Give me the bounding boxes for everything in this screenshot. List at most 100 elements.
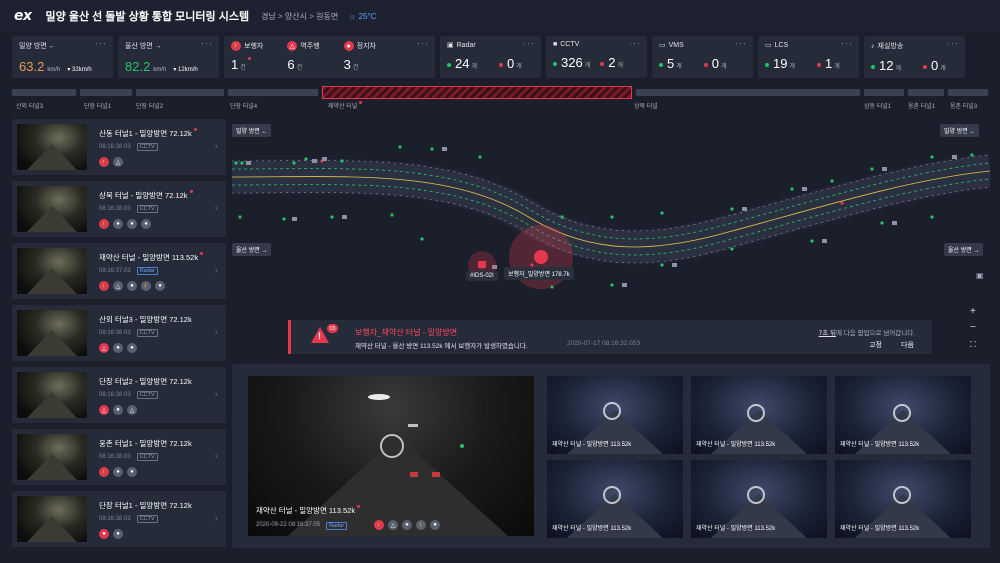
pedestrian-icon: 🚶 (231, 41, 241, 51)
card-events[interactable]: ··· 🚶 보행자 1 건 △ 역주행 6 건 ● 정지차 3 건 (224, 36, 435, 78)
next-button[interactable]: 다음 (901, 340, 914, 350)
car-icon: ● (113, 467, 123, 477)
zoom-in-button[interactable]: + (970, 306, 976, 317)
car-icon: ● (127, 281, 137, 291)
card-lcs[interactable]: ▭ LCS ··· 19 개 1 개 (758, 36, 859, 78)
radar-icon: ▣ (447, 42, 454, 49)
signal-icon: ▭ (765, 42, 772, 49)
speed-value: 63.2 (19, 59, 45, 74)
device-marker[interactable] (478, 261, 486, 268)
stat-cards: 밀양 방면 ← ··· 63.2 km/h ▾ 32km/h 울산 방면 → ···… (12, 36, 990, 78)
tunnel-bar: 산외 터널3 단장 터널1 단장 터널2 단장 터널4 제약산 터널 상북 터널… (12, 85, 988, 110)
warning-icon: △ (388, 520, 398, 530)
more-icon[interactable]: ··· (95, 38, 107, 48)
card-label: 밀양 방면 ← (19, 43, 56, 50)
speaker-icon: ♪ (871, 42, 875, 50)
warning-icon: △ (99, 343, 109, 353)
alert-countdown: 7초 뒤에 다음 팝업으로 넘어갑니다. (818, 330, 915, 337)
detection-circle (380, 434, 404, 458)
warning-icon: △ (99, 405, 109, 415)
tunnel-label: 웅촌 터널1 (908, 104, 936, 110)
chevron-right-icon[interactable]: › (215, 203, 218, 214)
more-icon[interactable]: ··· (523, 38, 535, 48)
list-item[interactable]: 단장 터널1 - 밀양방면 72.12k 08:16:38.03 CCTV ● ● … (12, 491, 226, 547)
chevron-right-icon[interactable]: › (215, 265, 218, 276)
main-video[interactable]: 재약산 터널 - 밀양방면 113.52k 2020-09-22 08:16:3… (248, 376, 534, 536)
weather: ☼ 25°C (348, 12, 376, 21)
alert-message: 재약산 터널 - 울산 방면 113.52k 에서 보행자가 발생하였습니다. (355, 343, 528, 350)
chevron-right-icon[interactable]: › (215, 141, 218, 152)
breadcrumb: 경남 > 양산시 > 원동면 (261, 11, 339, 21)
pedestrian-icon: 🚶 (99, 157, 109, 167)
card-ulsan-speed[interactable]: 울산 방면 → ··· 82.2 km/h ▾ 12km/h (118, 36, 219, 78)
list-item[interactable]: 산외 터널3 - 밀양방면 72.12k 08:16:38.03 CCTV △ ● ●… (12, 305, 226, 361)
tunnel-segment[interactable] (80, 89, 132, 96)
car-icon: ● (127, 467, 137, 477)
direction-label: 울산 방면 → (944, 243, 984, 256)
alert-title: 보행자_재약산 터널 - 밀양방면 (355, 328, 458, 337)
speed-delta: ▾ 12km/h (173, 67, 198, 73)
chevron-right-icon[interactable]: › (215, 513, 218, 524)
tunnel-segment-alert[interactable] (322, 86, 632, 99)
more-icon[interactable]: ··· (629, 38, 641, 48)
cctv-thumbnail (17, 372, 87, 418)
car-icon: ● (127, 219, 137, 229)
car-icon: ● (402, 520, 412, 530)
tunnel-label: 단장 터널1 (84, 104, 112, 110)
tunnel-segment[interactable] (228, 89, 318, 96)
tunnel-label: 단장 터널2 (136, 104, 164, 110)
card-vms[interactable]: ▭ VMS ··· 5개0개 (652, 36, 753, 78)
pedestrian-icon: 🚶 (99, 281, 109, 291)
more-icon[interactable]: ··· (735, 38, 747, 48)
chevron-right-icon[interactable]: › (215, 389, 218, 400)
fullscreen-icon[interactable]: ⛶ (970, 340, 976, 350)
more-icon[interactable]: ··· (947, 38, 959, 48)
tunnel-segment[interactable] (136, 89, 224, 96)
card-miryang-speed[interactable]: 밀양 방면 ← ··· 63.2 km/h ▾ 32km/h (12, 36, 113, 78)
tunnel-segment[interactable] (636, 89, 860, 96)
card-cctv[interactable]: ■ CCTV ··· 326 개 2 개 (546, 36, 647, 78)
save-icon[interactable]: ▣ (976, 271, 984, 280)
fix-button[interactable]: 고정 (869, 340, 882, 350)
cctv-thumbnail (17, 496, 87, 542)
sub-video[interactable]: 재약산 터널 - 밀양방면 113.52k (835, 376, 971, 454)
app-header: ex 밀양 울산 선 돌발 상황 통합 모니터링 시스템 경남 > 양산시 > … (0, 0, 1000, 32)
more-icon[interactable]: ··· (417, 38, 429, 48)
sub-video[interactable]: 재약산 터널 - 밀양방면 113.52k (547, 460, 683, 538)
direction-label: 밀양 방면 ← (940, 124, 980, 137)
chevron-right-icon[interactable]: › (215, 327, 218, 338)
car-icon: ● (113, 529, 123, 539)
list-item[interactable]: 산동 터널1 - 밀양방면 72.12k 08:16:38.03 CCTV 🚶 △ … (12, 119, 226, 175)
car-icon: ● (99, 529, 109, 539)
card-radar[interactable]: ▣ Radar ··· 24 개 0 개 (440, 36, 541, 78)
cctv-thumbnail (17, 248, 87, 294)
tunnel-label: 상북 터널 (634, 104, 658, 110)
list-item[interactable]: 상북 터널 - 밀양방면 72.12k 08:16:38.03 CCTV 🚶 ● ● ●… (12, 181, 226, 237)
car-icon: ● (113, 219, 123, 229)
tunnel-segment[interactable] (948, 89, 988, 96)
sub-video[interactable]: 재약산 터널 - 밀양방면 113.52k (691, 376, 827, 454)
tunnel-label: 제약산 터널 (328, 101, 363, 110)
event-marker[interactable] (534, 250, 548, 264)
main-video-time: 2020-09-22 08:16:37.05 (256, 522, 321, 528)
sun-icon: ☼ (348, 11, 356, 21)
list-item[interactable]: 단장 터널2 - 밀양방면 72.12k 08:16:38.03 CCTV △ ● △… (12, 367, 226, 423)
list-item[interactable]: 재약산 터널 - 밀양방면 113.52k 08:16:37.03 Radar 🚶… (12, 243, 226, 299)
tunnel-segment[interactable] (12, 89, 76, 96)
sub-video[interactable]: 재약산 터널 - 밀양방면 113.52k (547, 376, 683, 454)
chevron-right-icon[interactable]: › (215, 451, 218, 462)
tunnel-segment[interactable] (864, 89, 904, 96)
more-icon[interactable]: ··· (841, 38, 853, 48)
sub-video[interactable]: 재약산 터널 - 밀양방면 113.52k (835, 460, 971, 538)
sub-video[interactable]: 재약산 터널 - 밀양방면 113.52k (691, 460, 827, 538)
zoom-out-button[interactable]: − (970, 322, 976, 333)
tunnel-segment[interactable] (908, 89, 944, 96)
cctv-thumbnail (17, 186, 87, 232)
video-panel: 재약산 터널 - 밀양방면 113.52k 2020-09-22 08:16:3… (232, 364, 990, 548)
more-icon[interactable]: ··· (201, 38, 213, 48)
card-broadcast[interactable]: ♪ 재실방송 ··· 12 개 0 개 (864, 36, 965, 78)
list-item[interactable]: 웅촌 터널1 - 밀양방면 72.12k 08:16:38.03 CCTV 🚶 ● ●… (12, 429, 226, 485)
card-label: 울산 방면 → (125, 43, 162, 50)
event-wrongway: △ 역주행 6 건 (287, 41, 320, 72)
main-video-tag: Radar (326, 522, 348, 530)
